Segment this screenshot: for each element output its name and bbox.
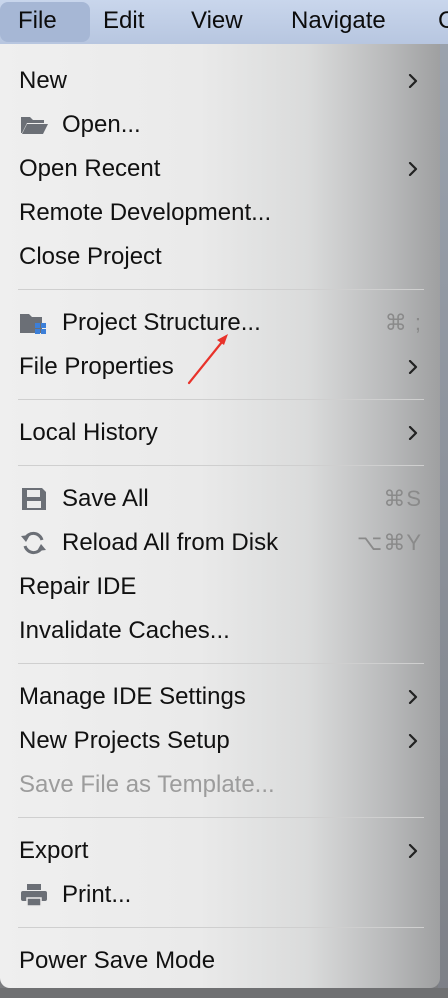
- menu-navigate[interactable]: Navigate: [291, 0, 386, 44]
- menu-item-reload-all[interactable]: Reload All from Disk ⌥⌘Y: [0, 521, 440, 565]
- menu-item-label: Repair IDE: [19, 573, 137, 600]
- menu-item-remote-development[interactable]: Remote Development...: [0, 191, 440, 235]
- menu-item-label: Print...: [62, 881, 132, 908]
- menu-item-label: Remote Development...: [19, 199, 272, 226]
- menu-item-label: Save All: [62, 485, 149, 512]
- menu-item-label: Invalidate Caches...: [19, 617, 230, 644]
- chevron-right-icon: [408, 734, 418, 748]
- project-structure-icon: [20, 314, 46, 334]
- menu-separator: [18, 927, 424, 928]
- shortcut-label: ⌘ ;: [384, 310, 422, 335]
- annotation-arrow: [187, 334, 228, 385]
- menu-code-truncated[interactable]: C: [438, 0, 448, 44]
- menu-item-repair-ide[interactable]: Repair IDE: [0, 565, 440, 609]
- reload-icon: [21, 531, 46, 555]
- file-menu-dropdown: New Open... Open Recent Remote Developme…: [0, 44, 440, 988]
- chevron-right-icon: [408, 690, 418, 704]
- save-icon: [22, 488, 46, 510]
- chevron-right-icon: [408, 844, 418, 858]
- menu-item-new-projects-setup[interactable]: New Projects Setup: [0, 719, 440, 763]
- menu-item-label: Power Save Mode: [19, 947, 216, 974]
- menu-item-label: New Projects Setup: [19, 727, 230, 754]
- chevron-right-icon: [408, 426, 418, 440]
- menu-separator: [18, 465, 424, 466]
- menu-separator: [18, 663, 424, 664]
- menu-item-label: New: [19, 67, 68, 94]
- menu-item-save-file-as-template: Save File as Template...: [0, 763, 440, 807]
- menu-item-power-save-mode[interactable]: Power Save Mode: [0, 939, 440, 983]
- menu-item-label: Local History: [19, 419, 158, 446]
- menu-separator: [18, 817, 424, 818]
- shortcut-label: ⌥⌘Y: [356, 530, 422, 555]
- menu-item-open-recent[interactable]: Open Recent: [0, 147, 440, 191]
- menu-separator: [18, 289, 424, 290]
- menu-item-invalidate-caches[interactable]: Invalidate Caches...: [0, 609, 440, 653]
- menu-item-label: Reload All from Disk: [62, 529, 279, 556]
- menu-item-manage-ide-settings[interactable]: Manage IDE Settings: [0, 675, 440, 719]
- chevron-right-icon: [408, 360, 418, 374]
- menu-item-open[interactable]: Open...: [0, 103, 440, 147]
- menu-bar: File Edit View Navigate C: [0, 0, 448, 45]
- menu-item-close-project[interactable]: Close Project: [0, 235, 440, 279]
- shortcut-label: ⌘S: [383, 486, 422, 511]
- menu-item-print[interactable]: Print...: [0, 873, 440, 917]
- menu-item-save-all[interactable]: Save All ⌘S: [0, 477, 440, 521]
- chevron-right-icon: [408, 162, 418, 176]
- menu-item-label: File Properties: [19, 353, 174, 380]
- chevron-right-icon: [408, 74, 418, 88]
- background-strip: [0, 988, 448, 998]
- menu-item-label: Export: [19, 837, 89, 864]
- menu-item-local-history[interactable]: Local History: [0, 411, 440, 455]
- menu-item-label: Manage IDE Settings: [19, 683, 246, 710]
- menu-item-label: Save File as Template...: [19, 771, 275, 798]
- menu-item-export[interactable]: Export: [0, 829, 440, 873]
- menu-view[interactable]: View: [191, 0, 243, 44]
- menu-file[interactable]: File: [0, 2, 90, 42]
- folder-icon: [21, 117, 48, 134]
- menu-item-label: Open...: [62, 111, 141, 138]
- menu-item-label: Open Recent: [19, 155, 161, 182]
- menu-item-label: Close Project: [19, 243, 162, 270]
- printer-icon: [21, 884, 47, 907]
- menu-item-new[interactable]: New: [0, 59, 440, 103]
- menu-separator: [18, 399, 424, 400]
- menu-edit[interactable]: Edit: [103, 0, 144, 44]
